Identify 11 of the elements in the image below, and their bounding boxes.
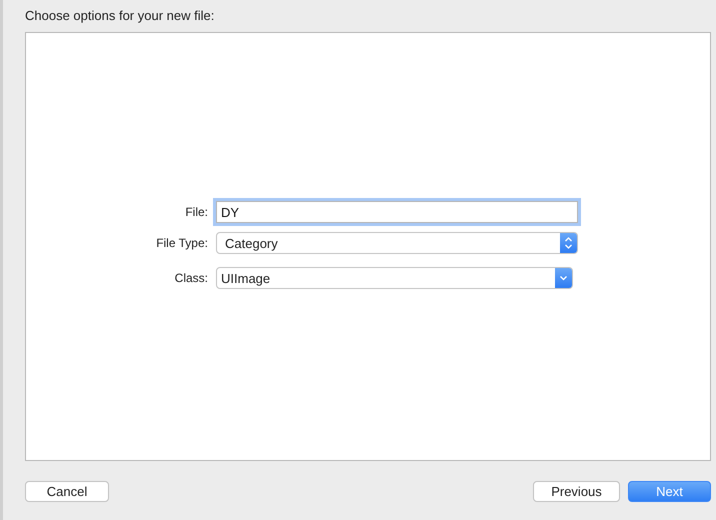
dropdown[interactable]: UIImage	[216, 267, 573, 289]
field-label: Class:	[174, 271, 208, 285]
field-label: File:	[184, 205, 208, 219]
chevron-down-icon	[555, 268, 572, 288]
popup-button[interactable]: Category	[216, 232, 578, 254]
dialog-heading: Choose options for your new file:	[25, 7, 216, 25]
file-name-field[interactable]: DY	[216, 201, 578, 223]
updown-chevron-icon	[560, 233, 577, 253]
field-label: File Type:	[155, 236, 208, 250]
cancel-button[interactable]: Cancel	[25, 481, 109, 502]
previous-button[interactable]: Previous	[533, 481, 620, 502]
